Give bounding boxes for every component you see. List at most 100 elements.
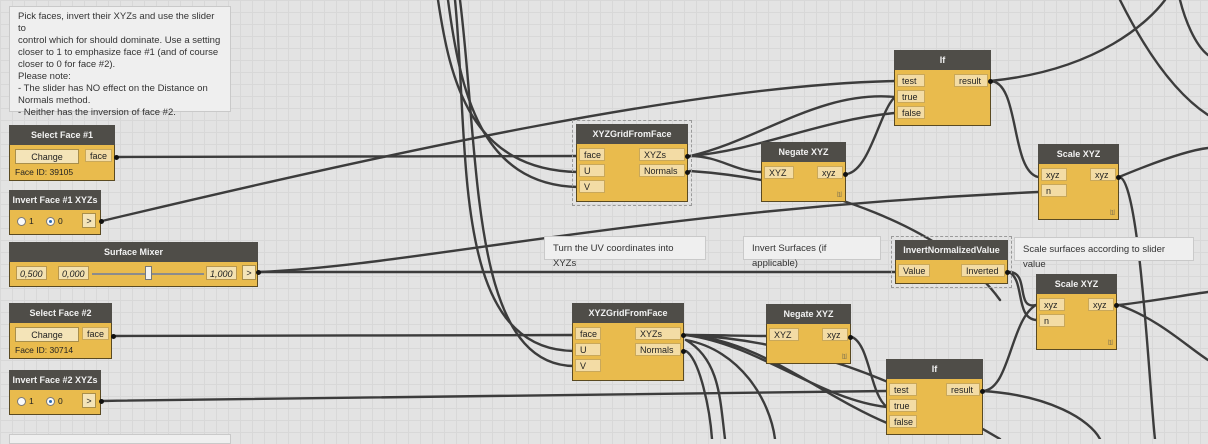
wire <box>988 0 1167 83</box>
connector-dot[interactable] <box>681 349 686 354</box>
invert-normalized-value-node[interactable]: InvertNormalizedValue Value Inverted <box>891 236 1012 288</box>
connector-dot[interactable] <box>848 335 853 340</box>
inverted-output-port[interactable]: Inverted <box>961 264 1005 277</box>
change-button[interactable]: Change <box>15 327 79 342</box>
wire <box>988 79 1040 179</box>
node-title: Scale XYZ <box>1038 144 1119 164</box>
wire <box>688 154 764 174</box>
connector-dot[interactable] <box>99 219 104 224</box>
wire <box>453 0 576 353</box>
invert-face-2-node[interactable]: Invert Face #2 XYZs 1 0 > <box>9 370 101 415</box>
xyz-output-port[interactable]: xyz <box>817 166 843 179</box>
xyz-grid-from-face-1-node[interactable]: XYZGridFromFace face U V XYZs Normals <box>572 120 692 206</box>
radio-0-label: 0 <box>58 216 63 226</box>
lacing-icon: l1l <box>841 354 847 361</box>
xyz-input-port[interactable]: xyz <box>1039 298 1065 311</box>
surface-mixer-node[interactable]: Surface Mixer 0,500 0,000 1,000 > <box>9 242 258 287</box>
connector-dot[interactable] <box>988 79 993 84</box>
radio-0[interactable] <box>46 217 55 226</box>
result-output-port[interactable]: result <box>954 74 988 87</box>
lacing-icon: l1l <box>836 192 842 199</box>
test-input-port[interactable]: test <box>889 383 917 396</box>
node-title: Select Face #2 <box>9 303 112 323</box>
radio-1[interactable] <box>17 217 26 226</box>
expand-arrow-button[interactable]: > <box>82 393 96 408</box>
radio-1[interactable] <box>17 397 26 406</box>
connector-dot[interactable] <box>1114 303 1119 308</box>
xyz-grid-from-face-2-node[interactable]: XYZGridFromFace face U V XYZs Normals <box>572 303 684 381</box>
true-input-port[interactable]: true <box>889 399 917 412</box>
u-input-port[interactable]: U <box>575 343 601 356</box>
wire <box>112 333 576 338</box>
negate-xyz-2-node[interactable]: Negate XYZ XYZ xyz l1l <box>766 304 851 364</box>
radio-1-label: 1 <box>29 396 34 406</box>
false-input-port[interactable]: false <box>889 415 917 428</box>
node-title: If <box>894 50 991 70</box>
false-input-port[interactable]: false <box>897 106 925 119</box>
node-title: XYZGridFromFace <box>576 124 688 144</box>
radio-0-label: 0 <box>58 396 63 406</box>
xyzs-output-port[interactable]: XYZs <box>635 327 681 340</box>
connector-dot[interactable] <box>843 172 848 177</box>
wire <box>100 389 889 403</box>
connector-dot[interactable] <box>980 389 985 394</box>
expand-arrow-button[interactable]: > <box>242 265 256 280</box>
xyz-output-port[interactable]: xyz <box>822 328 848 341</box>
wire <box>446 0 580 189</box>
scale-xyz-2-node[interactable]: Scale XYZ xyz n xyz l1l <box>1036 274 1117 350</box>
connector-dot[interactable] <box>111 334 116 339</box>
xyz-input-port[interactable]: xyz <box>1041 168 1067 181</box>
value-input-port[interactable]: Value <box>898 264 930 277</box>
v-input-port[interactable]: V <box>579 180 605 193</box>
node-title: Negate XYZ <box>766 304 851 324</box>
xyz-input-port[interactable]: XYZ <box>769 328 799 341</box>
expand-arrow-button[interactable]: > <box>82 213 96 228</box>
xyz-output-port[interactable]: xyz <box>1088 298 1114 311</box>
face-output-port[interactable]: face <box>81 327 109 340</box>
select-face-1-node[interactable]: Select Face #1 Change face Face ID: 3910… <box>9 125 115 181</box>
radio-0[interactable] <box>46 397 55 406</box>
slider-max[interactable]: 1,000 <box>206 266 237 280</box>
connector-dot[interactable] <box>685 170 690 175</box>
connector-dot[interactable] <box>681 333 686 338</box>
uv-note: Turn the UV coordinates into XYZs <box>544 236 706 269</box>
if-1-node[interactable]: If test true false result <box>894 50 991 126</box>
u-input-port[interactable]: U <box>579 164 605 177</box>
radio-1-label: 1 <box>29 216 34 226</box>
xyz-output-port[interactable]: xyz <box>1090 168 1116 181</box>
change-button[interactable]: Change <box>15 149 79 164</box>
face-input-port[interactable]: face <box>575 327 601 340</box>
xyzs-output-port[interactable]: XYZs <box>639 148 685 161</box>
wire <box>684 338 777 439</box>
connector-dot[interactable] <box>114 155 119 160</box>
node-title: If <box>886 359 983 379</box>
xyz-input-port[interactable]: XYZ <box>764 166 794 179</box>
connector-dot[interactable] <box>685 154 690 159</box>
connector-dot[interactable] <box>256 270 261 275</box>
normals-output-port[interactable]: Normals <box>639 164 685 177</box>
wire <box>845 95 897 176</box>
face-input-port[interactable]: face <box>579 148 605 161</box>
result-output-port[interactable]: result <box>946 383 980 396</box>
select-face-2-node[interactable]: Select Face #2 Change face Face ID: 3071… <box>9 303 112 359</box>
n-input-port[interactable]: n <box>1039 314 1065 327</box>
slider-min[interactable]: 0,000 <box>58 266 89 280</box>
normals-output-port[interactable]: Normals <box>635 343 681 356</box>
connector-dot[interactable] <box>99 399 104 404</box>
n-input-port[interactable]: n <box>1041 184 1067 197</box>
node-title: InvertNormalizedValue <box>895 240 1008 260</box>
invert-face-1-node[interactable]: Invert Face #1 XYZs 1 0 > <box>9 190 101 235</box>
lacing-icon: l1l <box>1109 210 1115 217</box>
face-output-port[interactable]: face <box>84 149 112 162</box>
negate-xyz-1-node[interactable]: Negate XYZ XYZ xyz l1l <box>761 142 846 202</box>
test-input-port[interactable]: test <box>897 74 925 87</box>
connector-dot[interactable] <box>1116 175 1121 180</box>
true-input-port[interactable]: true <box>897 90 925 103</box>
v-input-port[interactable]: V <box>575 359 601 372</box>
slider-thumb[interactable] <box>145 266 152 280</box>
if-2-node[interactable]: If test true false result <box>886 359 983 435</box>
slider-value[interactable]: 0,500 <box>16 266 47 280</box>
node-title: Select Face #1 <box>9 125 115 145</box>
connector-dot[interactable] <box>1005 270 1010 275</box>
scale-xyz-1-node[interactable]: Scale XYZ xyz n xyz l1l <box>1038 144 1119 220</box>
